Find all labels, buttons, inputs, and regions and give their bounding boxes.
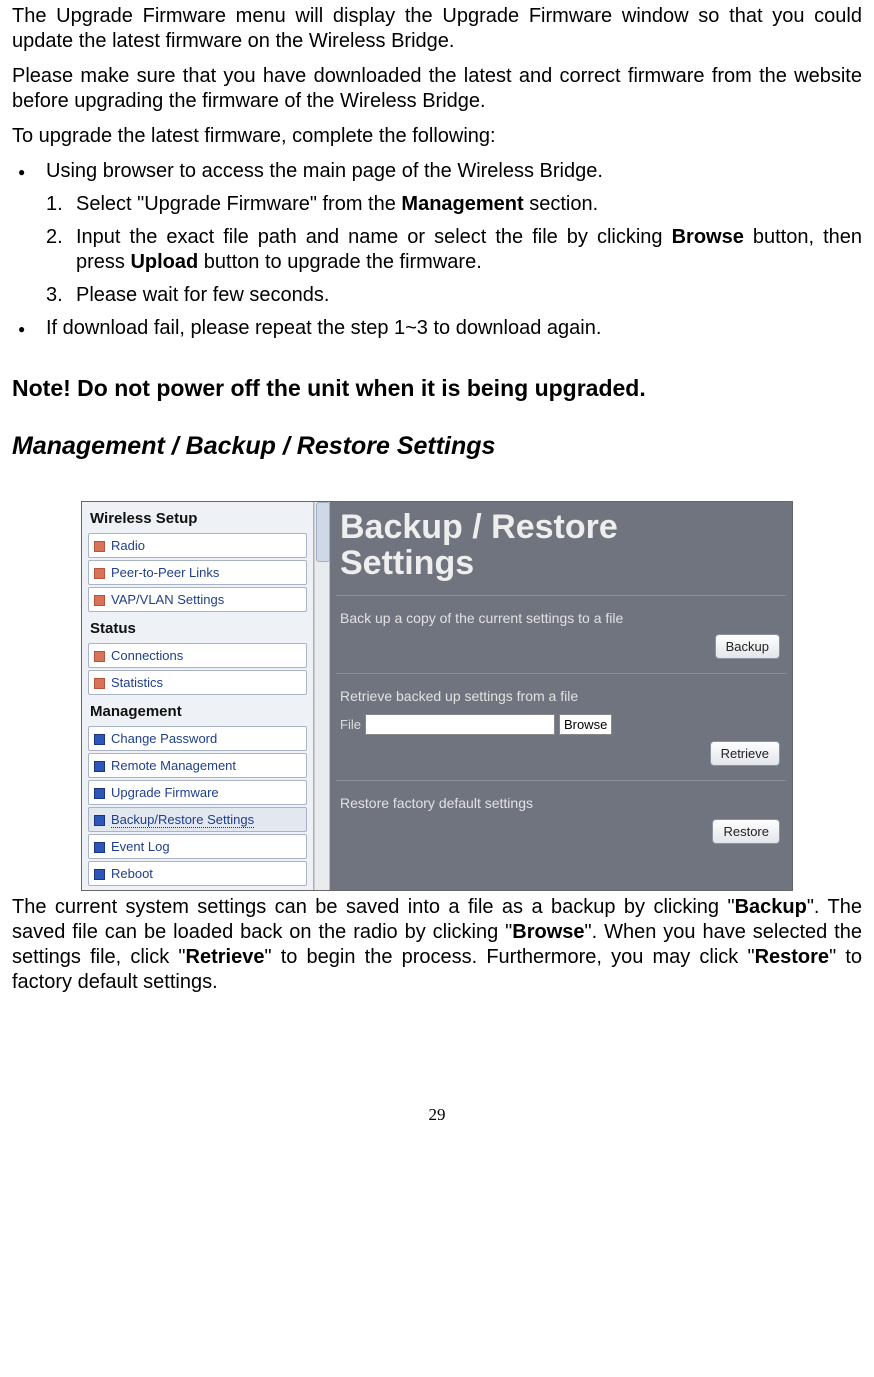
restore-section-label: Restore factory default settings (340, 795, 782, 811)
nav-item-radio[interactable]: Radio (88, 533, 307, 558)
paragraph: The Upgrade Firmware menu will display t… (12, 4, 862, 54)
retrieve-section-label: Retrieve backed up settings from a file (340, 688, 782, 704)
nav-item-vap-vlan[interactable]: VAP/VLAN Settings (88, 587, 307, 612)
text: button to upgrade the firmware. (198, 251, 482, 273)
closing-paragraph: The current system settings can be saved… (12, 895, 862, 995)
nav-label: VAP/VLAN Settings (111, 592, 224, 607)
restore-button[interactable]: Restore (712, 819, 780, 844)
step-1: 1. Select "Upgrade Firmware" from the Ma… (12, 192, 862, 217)
divider (336, 673, 786, 674)
nav-label: Event Log (111, 839, 170, 854)
nav-label: Remote Management (111, 758, 236, 773)
bullet-item: If download fail, please repeat the step… (12, 316, 862, 341)
backup-button[interactable]: Backup (715, 634, 780, 659)
nav-item-statistics[interactable]: Statistics (88, 670, 307, 695)
sidebar-scrollbar[interactable] (314, 502, 330, 890)
retrieve-button[interactable]: Retrieve (710, 741, 780, 766)
nav-item-upgrade-firmware[interactable]: Upgrade Firmware (88, 780, 307, 805)
paragraph: To upgrade the latest firmware, complete… (12, 124, 862, 149)
nav-item-change-password[interactable]: Change Password (88, 726, 307, 751)
nav-label: Change Password (111, 731, 217, 746)
scrollbar-thumb-icon (316, 502, 330, 562)
text: The current system settings can be saved… (12, 896, 735, 918)
nav-label: Reboot (111, 866, 153, 881)
bold-text: Upload (130, 251, 198, 273)
text: Select "Upgrade Firmware" from the (76, 193, 401, 215)
nav-label: Peer-to-Peer Links (111, 565, 219, 580)
nav-category-wireless: Wireless Setup (82, 504, 313, 531)
step-2: 2. Input the exact file path and name or… (12, 225, 862, 275)
content-pane: Backup / Restore Settings Back up a copy… (330, 502, 792, 890)
warning-note: Note! Do not power off the unit when it … (12, 375, 862, 402)
file-path-input[interactable] (365, 714, 555, 735)
step-number: 1. (46, 192, 63, 217)
nav-item-peer-links[interactable]: Peer-to-Peer Links (88, 560, 307, 585)
text: " to begin the process. Furthermore, you… (264, 946, 754, 968)
nav-category-management: Management (82, 697, 313, 724)
page-title: Backup / Restore Settings (340, 510, 786, 581)
nav-label: Radio (111, 538, 145, 553)
page-number: 29 (12, 1105, 862, 1125)
nav-label: Backup/Restore Settings (111, 812, 254, 828)
ui-screenshot: Wireless Setup Radio Peer-to-Peer Links … (81, 501, 793, 891)
step-number: 3. (46, 283, 63, 308)
step-3: 3. Please wait for few seconds. (12, 283, 862, 308)
nav-label: Connections (111, 648, 183, 663)
text: Please wait for few seconds. (76, 284, 329, 306)
nav-item-backup-restore[interactable]: Backup/Restore Settings (88, 807, 307, 832)
text: section. (524, 193, 598, 215)
step-number: 2. (46, 225, 63, 250)
bold-text: Restore (755, 946, 829, 968)
text: Input the exact file path and name or se… (76, 226, 672, 248)
bold-text: Retrieve (186, 946, 265, 968)
bullet-item: Using browser to access the main page of… (12, 159, 862, 184)
nav-item-remote-management[interactable]: Remote Management (88, 753, 307, 778)
title-line-1: Backup / Restore (340, 508, 618, 546)
bold-text: Backup (735, 896, 807, 918)
bold-text: Browse (672, 226, 744, 248)
nav-item-connections[interactable]: Connections (88, 643, 307, 668)
divider (336, 780, 786, 781)
section-heading: Management / Backup / Restore Settings (12, 432, 862, 461)
paragraph: Please make sure that you have downloade… (12, 64, 862, 114)
backup-section-label: Back up a copy of the current settings t… (340, 610, 782, 626)
bold-text: Management (401, 193, 523, 215)
title-line-2: Settings (340, 544, 474, 582)
bold-text: Browse (512, 921, 584, 943)
nav-label: Upgrade Firmware (111, 785, 219, 800)
file-label: File (340, 717, 361, 732)
browse-button[interactable]: Browse (559, 714, 612, 735)
divider (336, 595, 786, 596)
nav-category-status: Status (82, 614, 313, 641)
nav-label: Statistics (111, 675, 163, 690)
sidebar: Wireless Setup Radio Peer-to-Peer Links … (82, 502, 314, 890)
nav-item-reboot[interactable]: Reboot (88, 861, 307, 886)
nav-item-event-log[interactable]: Event Log (88, 834, 307, 859)
